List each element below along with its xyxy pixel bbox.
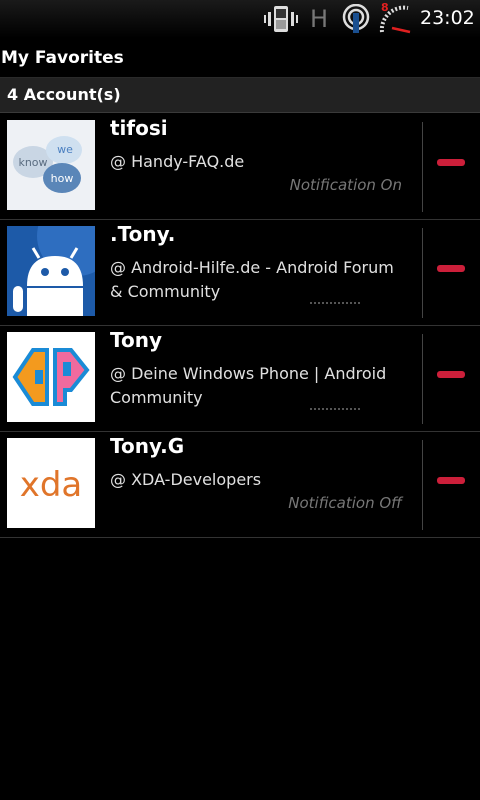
remove-account-button[interactable] [437, 159, 465, 166]
signal-antenna-icon [342, 4, 370, 33]
account-row[interactable]: .Tony. @ Android-Hilfe.de - Android Foru… [0, 220, 480, 326]
speech-bubbles-icon: know we how [7, 120, 95, 210]
row-divider [422, 122, 423, 212]
account-name: Tony.G [110, 434, 185, 458]
android-robot-icon [7, 226, 95, 316]
marquee-indicator [310, 408, 360, 410]
battery-level-text: 8 [381, 1, 389, 14]
network-type-indicator: H [310, 5, 329, 33]
forum-name: @ Android-Hilfe.de - Android Forum & Com… [110, 258, 394, 301]
page-title: My Favorites [1, 48, 124, 68]
forum-name: @ XDA-Developers [110, 470, 262, 489]
forum-logo-android-hilfe [7, 226, 95, 316]
forum-logo-handy-faq: know we how [7, 120, 95, 210]
status-bar: H 8 23:02 [0, 0, 480, 38]
xda-logo-text: xda [20, 465, 83, 505]
account-row[interactable]: xda Tony.G @ XDA-Developers Notification… [0, 432, 480, 538]
remove-account-button[interactable] [437, 265, 465, 272]
vibrate-phone-icon [264, 6, 298, 32]
notification-status: Notification Off [288, 494, 402, 512]
account-row[interactable]: Tony @ Deine Windows Phone | Android Com… [0, 326, 480, 432]
forum-logo-xda: xda [7, 438, 95, 528]
clock: 23:02 [420, 7, 475, 29]
row-divider [422, 440, 423, 530]
account-count-bar: 4 Account(s) [0, 77, 480, 113]
remove-account-button[interactable] [437, 477, 465, 484]
thumb-word-how: how [51, 172, 74, 185]
forum-name: @ Deine Windows Phone | Android Communit… [110, 364, 387, 407]
thumb-word-know: know [18, 156, 47, 169]
xda-logo-icon: xda [7, 438, 95, 528]
row-divider [422, 334, 423, 424]
notification-status: Notification On [289, 176, 402, 194]
account-count-label: 4 Account(s) [7, 85, 121, 104]
account-name: Tony [110, 328, 163, 352]
account-name: tifosi [110, 116, 168, 140]
marquee-indicator [310, 302, 360, 304]
row-divider [422, 228, 423, 318]
ap-logo-icon [7, 332, 95, 422]
account-name: .Tony. [110, 222, 176, 246]
account-row[interactable]: know we how tifosi @ Handy-FAQ.de Notifi… [0, 114, 480, 220]
remove-account-button[interactable] [437, 371, 465, 378]
thumb-word-we: we [57, 143, 73, 156]
forum-name: @ Handy-FAQ.de [110, 152, 245, 171]
forum-logo-windows-phone-android [7, 332, 95, 422]
account-list: know we how tifosi @ Handy-FAQ.de Notifi… [0, 114, 480, 538]
